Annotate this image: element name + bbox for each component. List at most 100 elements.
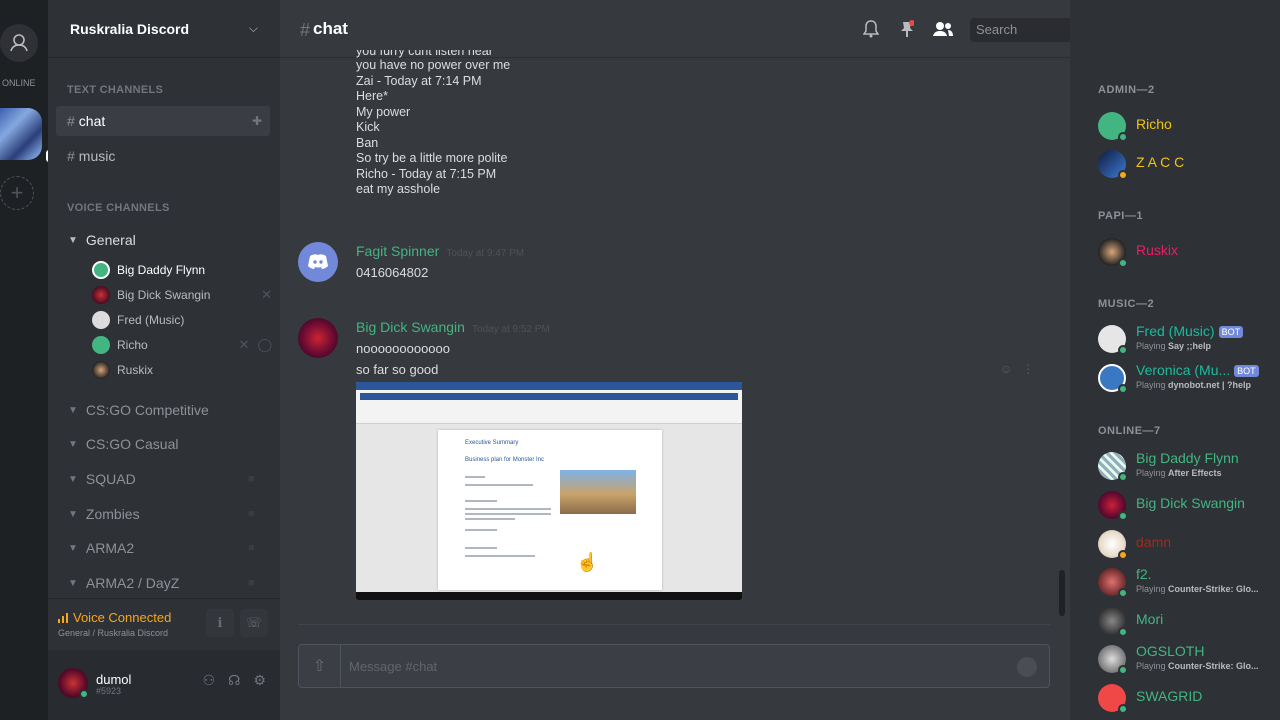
previous-message-block: you furry cunt listen hear you have no p… (356, 50, 510, 198)
message-line: Zai - Today at 7:14 PM (356, 73, 482, 88)
member-item[interactable]: Big Dick Swangin (1098, 489, 1278, 525)
mic-muted-icon: ✕ (238, 337, 250, 352)
message-input[interactable] (349, 655, 989, 677)
settings-gear-icon[interactable]: ⚙ (253, 672, 266, 689)
text-channels-category[interactable]: TEXT CHANNELS (67, 84, 163, 96)
chevron-down-icon: ▼ (68, 508, 78, 520)
voice-user[interactable]: Richo ✕ ◯ (92, 333, 272, 357)
message-text: noooooooooooo (356, 341, 450, 356)
voice-user[interactable]: Big Dick Swangin ✕ (92, 283, 272, 307)
voice-channel[interactable]: ▼ CS:GO Casual (68, 436, 179, 452)
message-author[interactable]: Fagit Spinner Today at 9:47 PM (356, 243, 524, 259)
member-item[interactable]: Ruskix (1098, 236, 1278, 272)
member-item[interactable]: Z A C C (1098, 148, 1278, 184)
plus-icon: + (10, 180, 24, 205)
member-activity: Playing Counter-Strike: Glo... (1136, 661, 1259, 671)
voice-channel[interactable]: ▼ ARMA2 (68, 540, 134, 556)
bell-icon[interactable] (860, 18, 882, 40)
headset-icon[interactable]: ☊ (228, 672, 240, 689)
member-item[interactable]: Big Daddy Flynn Playing After Effects (1098, 450, 1278, 486)
member-item[interactable]: Mori (1098, 605, 1278, 641)
member-activity: Playing Counter-Strike: Glo... (1136, 584, 1259, 594)
activity-verb: Playing (1136, 468, 1166, 478)
user-panel: dumol #5923 ⚇ ☊ ⚙ (48, 650, 280, 720)
member-item[interactable]: damn (1098, 528, 1278, 564)
disconnect-button[interactable]: ☏ (240, 609, 268, 637)
message-text: so far so good (356, 362, 439, 377)
member-item[interactable]: OGSLOTH Playing Counter-Strike: Glo... (1098, 643, 1278, 679)
chevron-down-icon: ▼ (68, 542, 78, 554)
mouse-cursor-icon: ☝ (576, 552, 599, 572)
chevron-down-icon: ▼ (68, 234, 78, 246)
status-online-dot (79, 689, 89, 699)
voice-user[interactable]: Fred (Music) (92, 308, 272, 332)
member-item[interactable]: Richo (1098, 110, 1278, 146)
doc-line (465, 508, 551, 510)
member-item[interactable]: f2. Playing Counter-Strike: Glo... (1098, 566, 1278, 602)
message-author[interactable]: Big Dick Swangin Today at 9:52 PM (356, 319, 550, 335)
status-dot (1118, 384, 1128, 394)
status-dot (1118, 627, 1128, 637)
member-group-label: MUSIC—2 (1098, 298, 1155, 310)
avatar (92, 361, 110, 379)
voice-channels-category[interactable]: VOICE CHANNELS (67, 202, 170, 214)
chevron-down-icon[interactable]: ⌵ (249, 21, 258, 36)
server-header[interactable]: Ruskralia Discord ⌵ (48, 0, 280, 58)
doc-line (465, 518, 515, 520)
voice-user-name: Big Dick Swangin (117, 288, 211, 302)
voice-channel[interactable]: ▼ CS:GO Competitive (68, 402, 209, 418)
activity-name: Say ;;help (1168, 341, 1212, 351)
server-icon-ruskralia[interactable] (0, 108, 42, 160)
voice-status-subtitle: General / Ruskralia Discord (58, 628, 169, 638)
voice-channel-label: SQUAD (85, 471, 136, 487)
author-name: Fagit Spinner (356, 243, 440, 259)
hash-icon: # (67, 113, 75, 129)
upload-button[interactable]: ⇧ (299, 645, 341, 687)
voice-channel[interactable]: ▼ ARMA2 / DayZ (68, 575, 179, 591)
activity-name: After Effects (1168, 468, 1222, 478)
chevron-down-icon: ▼ (68, 438, 78, 450)
image-attachment[interactable]: Executive Summary Business plan for Mons… (356, 382, 742, 600)
disconnect-icon: ☏ (245, 615, 263, 630)
member-list-icon[interactable] (932, 18, 954, 40)
avatar (92, 286, 110, 304)
taskbar (356, 592, 742, 600)
more-options-icon[interactable]: ⋮ (1022, 362, 1034, 376)
channel-chat[interactable]: # chat ✚ (56, 106, 270, 136)
add-server-button[interactable]: + (0, 176, 34, 210)
channel-music[interactable]: # music (56, 141, 270, 171)
pin-icon[interactable] (896, 18, 918, 40)
lock-icon: ■ (248, 473, 255, 485)
doc-subheading: Business plan for Monster Inc (465, 457, 545, 463)
voice-user[interactable]: Big Daddy Flynn (92, 258, 272, 282)
lock-icon: ■ (248, 577, 255, 589)
avatar[interactable] (298, 242, 338, 282)
avatar[interactable] (298, 318, 338, 358)
member-item[interactable]: Fred (Music) BOT Playing Say ;;help (1098, 323, 1278, 359)
mute-mic-icon[interactable]: ⚇ (202, 672, 215, 689)
emoji-picker-icon[interactable] (1017, 657, 1037, 677)
invite-icon[interactable]: ✚ (252, 114, 262, 128)
bot-badge: BOT (1234, 365, 1259, 378)
chat-scrollbar[interactable] (1058, 58, 1066, 618)
member-item[interactable]: SWAGRID (1098, 682, 1278, 718)
voice-channel-label: General (85, 232, 136, 248)
member-item[interactable]: Veronica (Mu... BOT Playing dynobot.net |… (1098, 362, 1278, 398)
member-name: Fred (Music) BOT (1136, 323, 1244, 339)
add-reaction-icon[interactable]: ☺ (1000, 362, 1012, 376)
connection-info-button[interactable]: ℹ (206, 609, 234, 637)
friends-button[interactable] (0, 24, 38, 62)
online-count-label: ONLINE (2, 78, 36, 88)
voice-status-title: Voice Connected (73, 610, 172, 625)
member-group-label: ONLINE—7 (1098, 425, 1161, 437)
voice-channel-general[interactable]: ▼ General (68, 232, 136, 248)
voice-channel[interactable]: ▼ Zombies (68, 506, 140, 522)
voice-user[interactable]: Ruskix (92, 358, 272, 382)
avatar (92, 261, 110, 279)
member-name: Mori (1136, 611, 1164, 627)
channel-sidebar: Ruskralia Discord ⌵ TEXT CHANNELS # chat… (48, 0, 280, 720)
member-name-text: Veronica (Mu... (1136, 362, 1231, 378)
voice-status[interactable]: Voice Connected (58, 610, 171, 625)
voice-channel[interactable]: ▼ SQUAD (68, 471, 136, 487)
scrollbar-thumb[interactable] (1059, 570, 1065, 616)
